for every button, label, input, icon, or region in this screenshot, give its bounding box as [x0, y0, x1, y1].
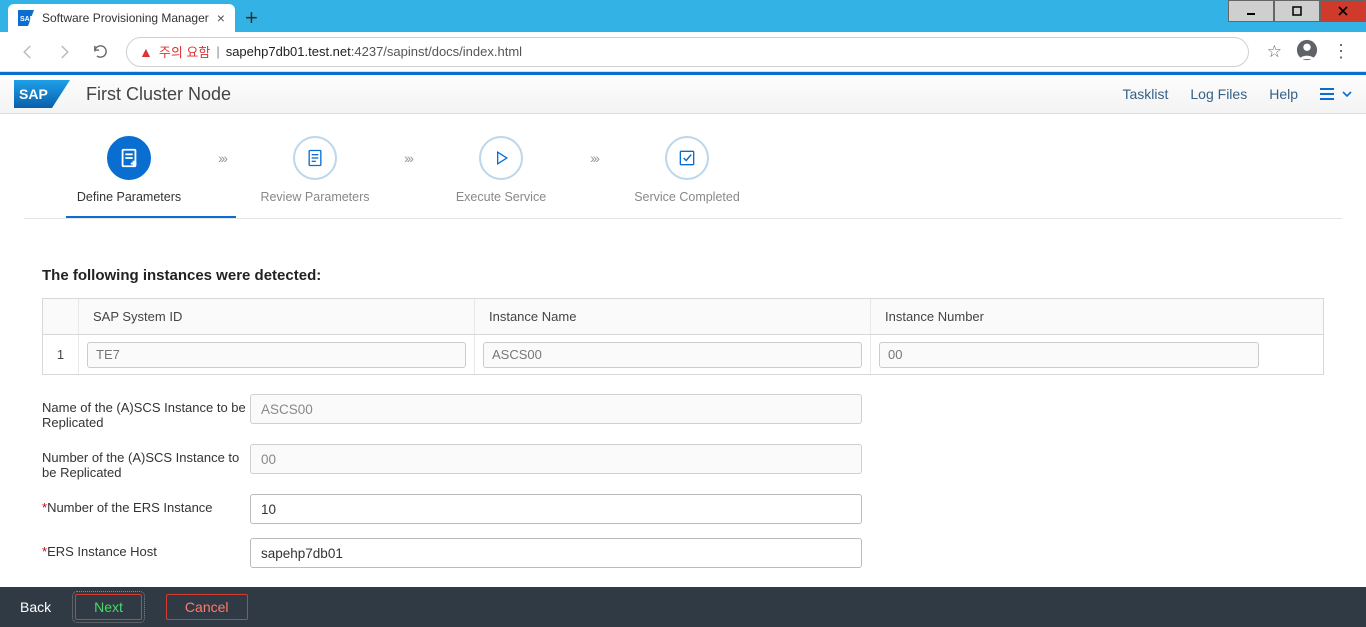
step-define-parameters[interactable]: Define Parameters: [54, 136, 204, 204]
cell-sysid[interactable]: [87, 342, 466, 368]
wizard-steps: Define Parameters ››› Review Parameters …: [24, 114, 1342, 216]
warning-label: 주의 요함: [159, 42, 210, 61]
input-ascs-num[interactable]: [250, 444, 862, 474]
step-service-completed[interactable]: Service Completed: [612, 136, 762, 204]
profile-icon[interactable]: [1296, 39, 1318, 64]
browser-titlebar: SAP Software Provisioning Manager × +: [0, 0, 1366, 32]
browser-toolbar: ▲ 주의 요함 | sapehp7db01.test.net:4237/sapi…: [0, 32, 1366, 72]
sap-header: SAP First Cluster Node Tasklist Log File…: [0, 75, 1366, 114]
tasklist-link[interactable]: Tasklist: [1122, 86, 1168, 102]
address-separator: |: [216, 44, 219, 59]
label-ascs-name: Name of the (A)SCS Instance to be Replic…: [42, 394, 250, 430]
label-ers-num: *Number of the ERS Instance: [42, 494, 250, 515]
section-title: The following instances were detected:: [42, 267, 1342, 284]
label-ascs-num: Number of the (A)SCS Instance to be Repl…: [42, 444, 250, 480]
reload-icon[interactable]: [90, 42, 110, 62]
instances-table: SAP System ID Instance Name Instance Num…: [42, 298, 1324, 375]
cell-instname[interactable]: [483, 342, 862, 368]
label-ers-host: *ERS Instance Host: [42, 538, 250, 559]
sap-favicon: SAP: [18, 10, 34, 26]
tab-title: Software Provisioning Manager: [42, 11, 209, 25]
step-chevron-icon: ›››: [590, 150, 598, 190]
logfiles-link[interactable]: Log Files: [1190, 86, 1247, 102]
col-header-sysid: SAP System ID: [79, 299, 475, 334]
window-maximize-button[interactable]: [1274, 0, 1320, 22]
new-tab-button[interactable]: +: [235, 4, 268, 32]
bookmark-star-icon[interactable]: ☆: [1267, 42, 1282, 62]
step-chevron-icon: ›››: [218, 150, 226, 190]
address-bar[interactable]: ▲ 주의 요함 | sapehp7db01.test.net:4237/sapi…: [126, 37, 1249, 67]
input-ers-num[interactable]: [250, 494, 862, 524]
svg-text:SAP: SAP: [20, 16, 34, 23]
cancel-button[interactable]: Cancel: [166, 594, 248, 620]
row-index: 1: [43, 335, 79, 374]
step-chevron-icon: ›››: [404, 150, 412, 190]
col-header-index: [43, 299, 79, 334]
form-area: Name of the (A)SCS Instance to be Replic…: [42, 387, 1324, 575]
svg-text:SAP: SAP: [19, 86, 48, 102]
forward-icon[interactable]: [54, 42, 74, 62]
kebab-menu-icon[interactable]: ⋮: [1332, 41, 1350, 62]
input-ers-host[interactable]: [250, 538, 862, 568]
sap-logo: SAP: [14, 80, 70, 108]
page-title: First Cluster Node: [86, 84, 1122, 105]
step-execute-service[interactable]: Execute Service: [426, 136, 576, 204]
window-close-button[interactable]: [1320, 0, 1366, 22]
header-menu-icon[interactable]: [1320, 87, 1352, 101]
help-link[interactable]: Help: [1269, 86, 1298, 102]
footer-bar: Back Next Cancel: [0, 587, 1366, 627]
back-button[interactable]: Back: [20, 599, 51, 615]
cell-instnum[interactable]: [879, 342, 1259, 368]
col-header-instnum: Instance Number: [871, 299, 1267, 334]
address-url: sapehp7db01.test.net:4237/sapinst/docs/i…: [226, 44, 522, 59]
warning-triangle-icon: ▲: [139, 44, 153, 60]
next-button[interactable]: Next: [75, 594, 142, 620]
back-icon[interactable]: [18, 42, 38, 62]
window-minimize-button[interactable]: [1228, 0, 1274, 22]
browser-tab[interactable]: SAP Software Provisioning Manager ×: [8, 4, 235, 32]
input-ascs-name[interactable]: [250, 394, 862, 424]
table-row: 1: [42, 335, 1324, 375]
step-review-parameters[interactable]: Review Parameters: [240, 136, 390, 204]
col-header-instname: Instance Name: [475, 299, 871, 334]
tab-close-icon[interactable]: ×: [217, 10, 225, 26]
